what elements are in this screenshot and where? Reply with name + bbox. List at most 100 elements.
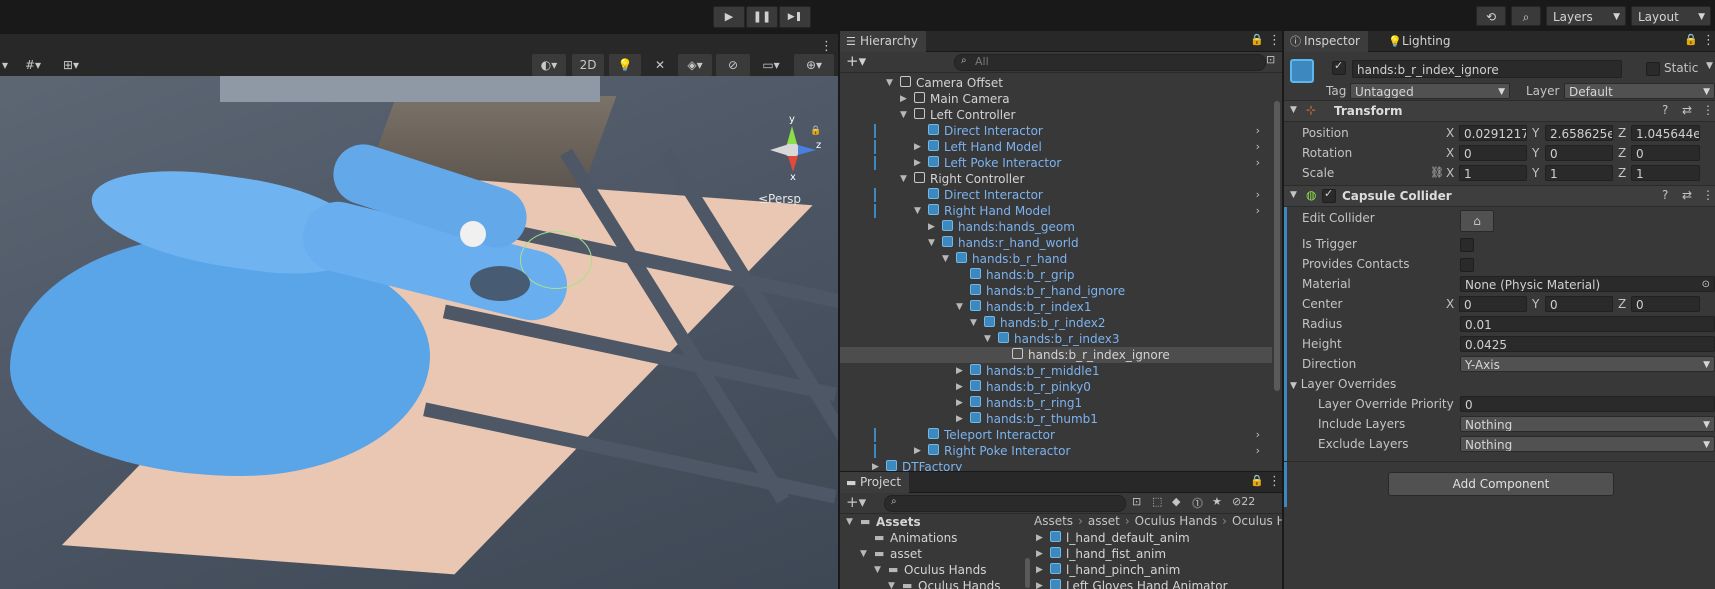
favorite-icon[interactable]: ★ xyxy=(1212,495,1222,508)
chevron-right-icon[interactable]: › xyxy=(1256,443,1260,459)
center-z-field[interactable]: 0 xyxy=(1631,296,1700,312)
chevron-down-icon[interactable]: ▼ xyxy=(888,578,895,589)
scrollbar-thumb[interactable] xyxy=(1025,558,1030,588)
tree-scrollbar[interactable] xyxy=(1022,514,1032,589)
hierarchy-row[interactable]: ▶ Right Poke Interactor › xyxy=(840,443,1272,459)
chevron-right-icon[interactable]: › xyxy=(1256,139,1260,155)
hierarchy-row[interactable]: ▶ hands:b_r_pinky0 xyxy=(840,379,1272,395)
chevron-right-icon[interactable]: ▶ xyxy=(928,219,935,235)
chevron-right-icon[interactable]: › xyxy=(1256,155,1260,171)
hierarchy-scrollbar[interactable] xyxy=(1272,73,1282,471)
chevron-right-icon[interactable]: › xyxy=(1256,123,1260,139)
radius-field[interactable]: 0.01 xyxy=(1460,316,1715,332)
hierarchy-row[interactable]: ▶ hands:b_r_thumb1 xyxy=(840,411,1272,427)
chevron-right-icon[interactable]: › xyxy=(1256,427,1260,443)
chevron-down-icon[interactable]: ▼ xyxy=(942,251,949,267)
hierarchy-row[interactable]: ▼ Camera Offset xyxy=(840,75,1272,91)
lock-icon[interactable]: 🔒 xyxy=(1250,33,1264,46)
layer-overrides-foldout[interactable]: ▼ Layer Overrides xyxy=(1290,377,1396,391)
position-y-field[interactable]: 2.658625e- xyxy=(1545,125,1613,141)
active-checkbox[interactable]: ✓ xyxy=(1332,59,1346,75)
position-z-field[interactable]: 1.045644e xyxy=(1631,125,1700,141)
hierarchy-row[interactable]: ▼ hands:b_r_index2 xyxy=(840,315,1272,331)
tool-handle-icon[interactable]: ▾ xyxy=(0,54,10,76)
search-button[interactable]: ⌕ xyxy=(1511,6,1541,26)
hierarchy-row[interactable]: ▶ Left Poke Interactor › xyxy=(840,155,1272,171)
visibility-toggle-icon[interactable]: ⊘ xyxy=(716,54,750,76)
hierarchy-row[interactable]: ▼ hands:b_r_index3 xyxy=(840,331,1272,347)
static-checkbox[interactable] xyxy=(1646,62,1660,76)
lock-icon[interactable]: 🔒 xyxy=(810,126,821,136)
hierarchy-row[interactable]: Teleport Interactor › xyxy=(840,427,1272,443)
breadcrumb-item[interactable]: asset xyxy=(1088,514,1120,528)
center-x-field[interactable]: 0 xyxy=(1459,296,1527,312)
kebab-menu-icon[interactable]: ⋮ xyxy=(1702,33,1715,48)
kebab-menu-icon[interactable]: ⋮ xyxy=(1268,474,1281,489)
transform-header[interactable]: ▼ ⊹ Transform ? ⇄ ⋮ xyxy=(1284,100,1715,122)
2d-toggle[interactable]: 2D xyxy=(572,54,604,76)
material-field[interactable]: None (Physic Material) ⊙ xyxy=(1460,276,1715,292)
step-button[interactable]: ▶❚ xyxy=(779,6,811,28)
chevron-down-icon[interactable]: ▼ xyxy=(928,235,935,251)
chevron-right-icon[interactable]: ▶ xyxy=(872,459,879,471)
chevron-right-icon[interactable]: ▶ xyxy=(1036,546,1043,562)
chevron-down-icon[interactable]: ▼ xyxy=(984,331,991,347)
gameobject-icon[interactable] xyxy=(1290,59,1314,83)
folder-row[interactable]: ▼ ▬ asset xyxy=(840,546,1018,562)
pause-button[interactable]: ❚❚ xyxy=(746,6,778,28)
hierarchy-row[interactable]: ▶ DTFactory xyxy=(840,459,1272,471)
hierarchy-row[interactable]: ▼ hands:b_r_index1 xyxy=(840,299,1272,315)
folder-row[interactable]: ▼ ▬ Assets xyxy=(840,514,1018,530)
gizmos-dropdown-icon[interactable]: ⊕▾ xyxy=(794,54,834,76)
increment-snap-icon[interactable]: ⊞▾ xyxy=(55,54,87,76)
chevron-down-icon[interactable]: ▼ xyxy=(900,171,907,187)
hierarchy-row[interactable]: ▼ hands:r_hand_world xyxy=(840,235,1272,251)
chevron-right-icon[interactable]: ▶ xyxy=(956,411,963,427)
hierarchy-row[interactable]: ▼ Left Controller xyxy=(840,107,1272,123)
edit-collider-button[interactable]: ⌂ xyxy=(1460,210,1494,232)
is-trigger-checkbox[interactable] xyxy=(1460,238,1474,252)
tab-project[interactable]: ▬ Project xyxy=(840,472,910,493)
tab-lighting[interactable]: 💡 Lighting xyxy=(1382,31,1459,52)
draw-mode-dropdown[interactable]: ◐▾ xyxy=(532,54,566,76)
hierarchy-row[interactable]: hands:b_r_index_ignore xyxy=(840,347,1272,363)
rotation-x-field[interactable]: 0 xyxy=(1459,145,1527,161)
hierarchy-row[interactable]: ▼ Right Controller xyxy=(840,171,1272,187)
layer-dropdown[interactable]: Default ▼ xyxy=(1564,83,1715,99)
chevron-right-icon[interactable]: ▶ xyxy=(1036,578,1043,589)
file-row[interactable]: ▶ l_hand_fist_anim xyxy=(1034,546,1282,562)
chevron-right-icon[interactable]: ▶ xyxy=(1036,562,1043,578)
folder-row[interactable]: ▬ Animations xyxy=(840,530,1018,546)
create-asset-button[interactable]: +▾ xyxy=(846,493,866,511)
chevron-right-icon[interactable]: ▶ xyxy=(914,155,921,171)
capsule-collider-header[interactable]: ▼ ◍ ✓ Capsule Collider ? ⇄ ⋮ xyxy=(1284,185,1715,207)
hierarchy-row[interactable]: ▶ hands:b_r_ring1 xyxy=(840,395,1272,411)
chevron-right-icon[interactable]: ▶ xyxy=(900,91,907,107)
chevron-right-icon[interactable]: › xyxy=(1256,203,1260,219)
kebab-menu-icon[interactable]: ⋮ xyxy=(1702,103,1714,117)
chevron-down-icon[interactable]: ▼ xyxy=(886,75,893,91)
hierarchy-row[interactable]: Direct Interactor › xyxy=(840,187,1272,203)
chevron-down-icon[interactable]: ▼ xyxy=(860,546,867,562)
file-row[interactable]: ▶ l_hand_pinch_anim xyxy=(1034,562,1282,578)
file-row[interactable]: ▶ Left Gloves Hand Animator xyxy=(1034,578,1282,589)
tag-dropdown[interactable]: Untagged ▼ xyxy=(1350,83,1510,99)
hidden-count-toggle[interactable]: ⊘22 xyxy=(1232,495,1255,508)
play-button[interactable]: ▶ xyxy=(713,6,745,28)
capsule-collider-gizmo[interactable] xyxy=(520,231,592,289)
warning-filter-icon[interactable]: ⓵ xyxy=(1192,495,1203,511)
override-priority-field[interactable]: 0 xyxy=(1460,396,1715,412)
hierarchy-row[interactable]: ▼ hands:b_r_hand xyxy=(840,251,1272,267)
hierarchy-row[interactable]: ▶ hands:hands_geom xyxy=(840,219,1272,235)
lighting-toggle-icon[interactable]: 💡 xyxy=(609,54,641,76)
kebab-menu-icon[interactable]: ⋮ xyxy=(1268,33,1281,48)
effects-dropdown-icon[interactable]: ◈▾ xyxy=(678,54,712,76)
preset-icon[interactable]: ⇄ xyxy=(1682,188,1692,202)
lock-icon[interactable]: 🔒 xyxy=(1684,33,1698,46)
add-component-button[interactable]: Add Component xyxy=(1388,472,1614,496)
chevron-right-icon[interactable]: ▶ xyxy=(956,395,963,411)
orientation-gizmo[interactable]: y z x 🔒 xyxy=(770,114,821,186)
hierarchy-row[interactable]: ▼ Right Hand Model › xyxy=(840,203,1272,219)
chevron-right-icon[interactable]: ▶ xyxy=(1036,530,1043,546)
object-picker-icon[interactable]: ⊙ xyxy=(1702,277,1710,291)
